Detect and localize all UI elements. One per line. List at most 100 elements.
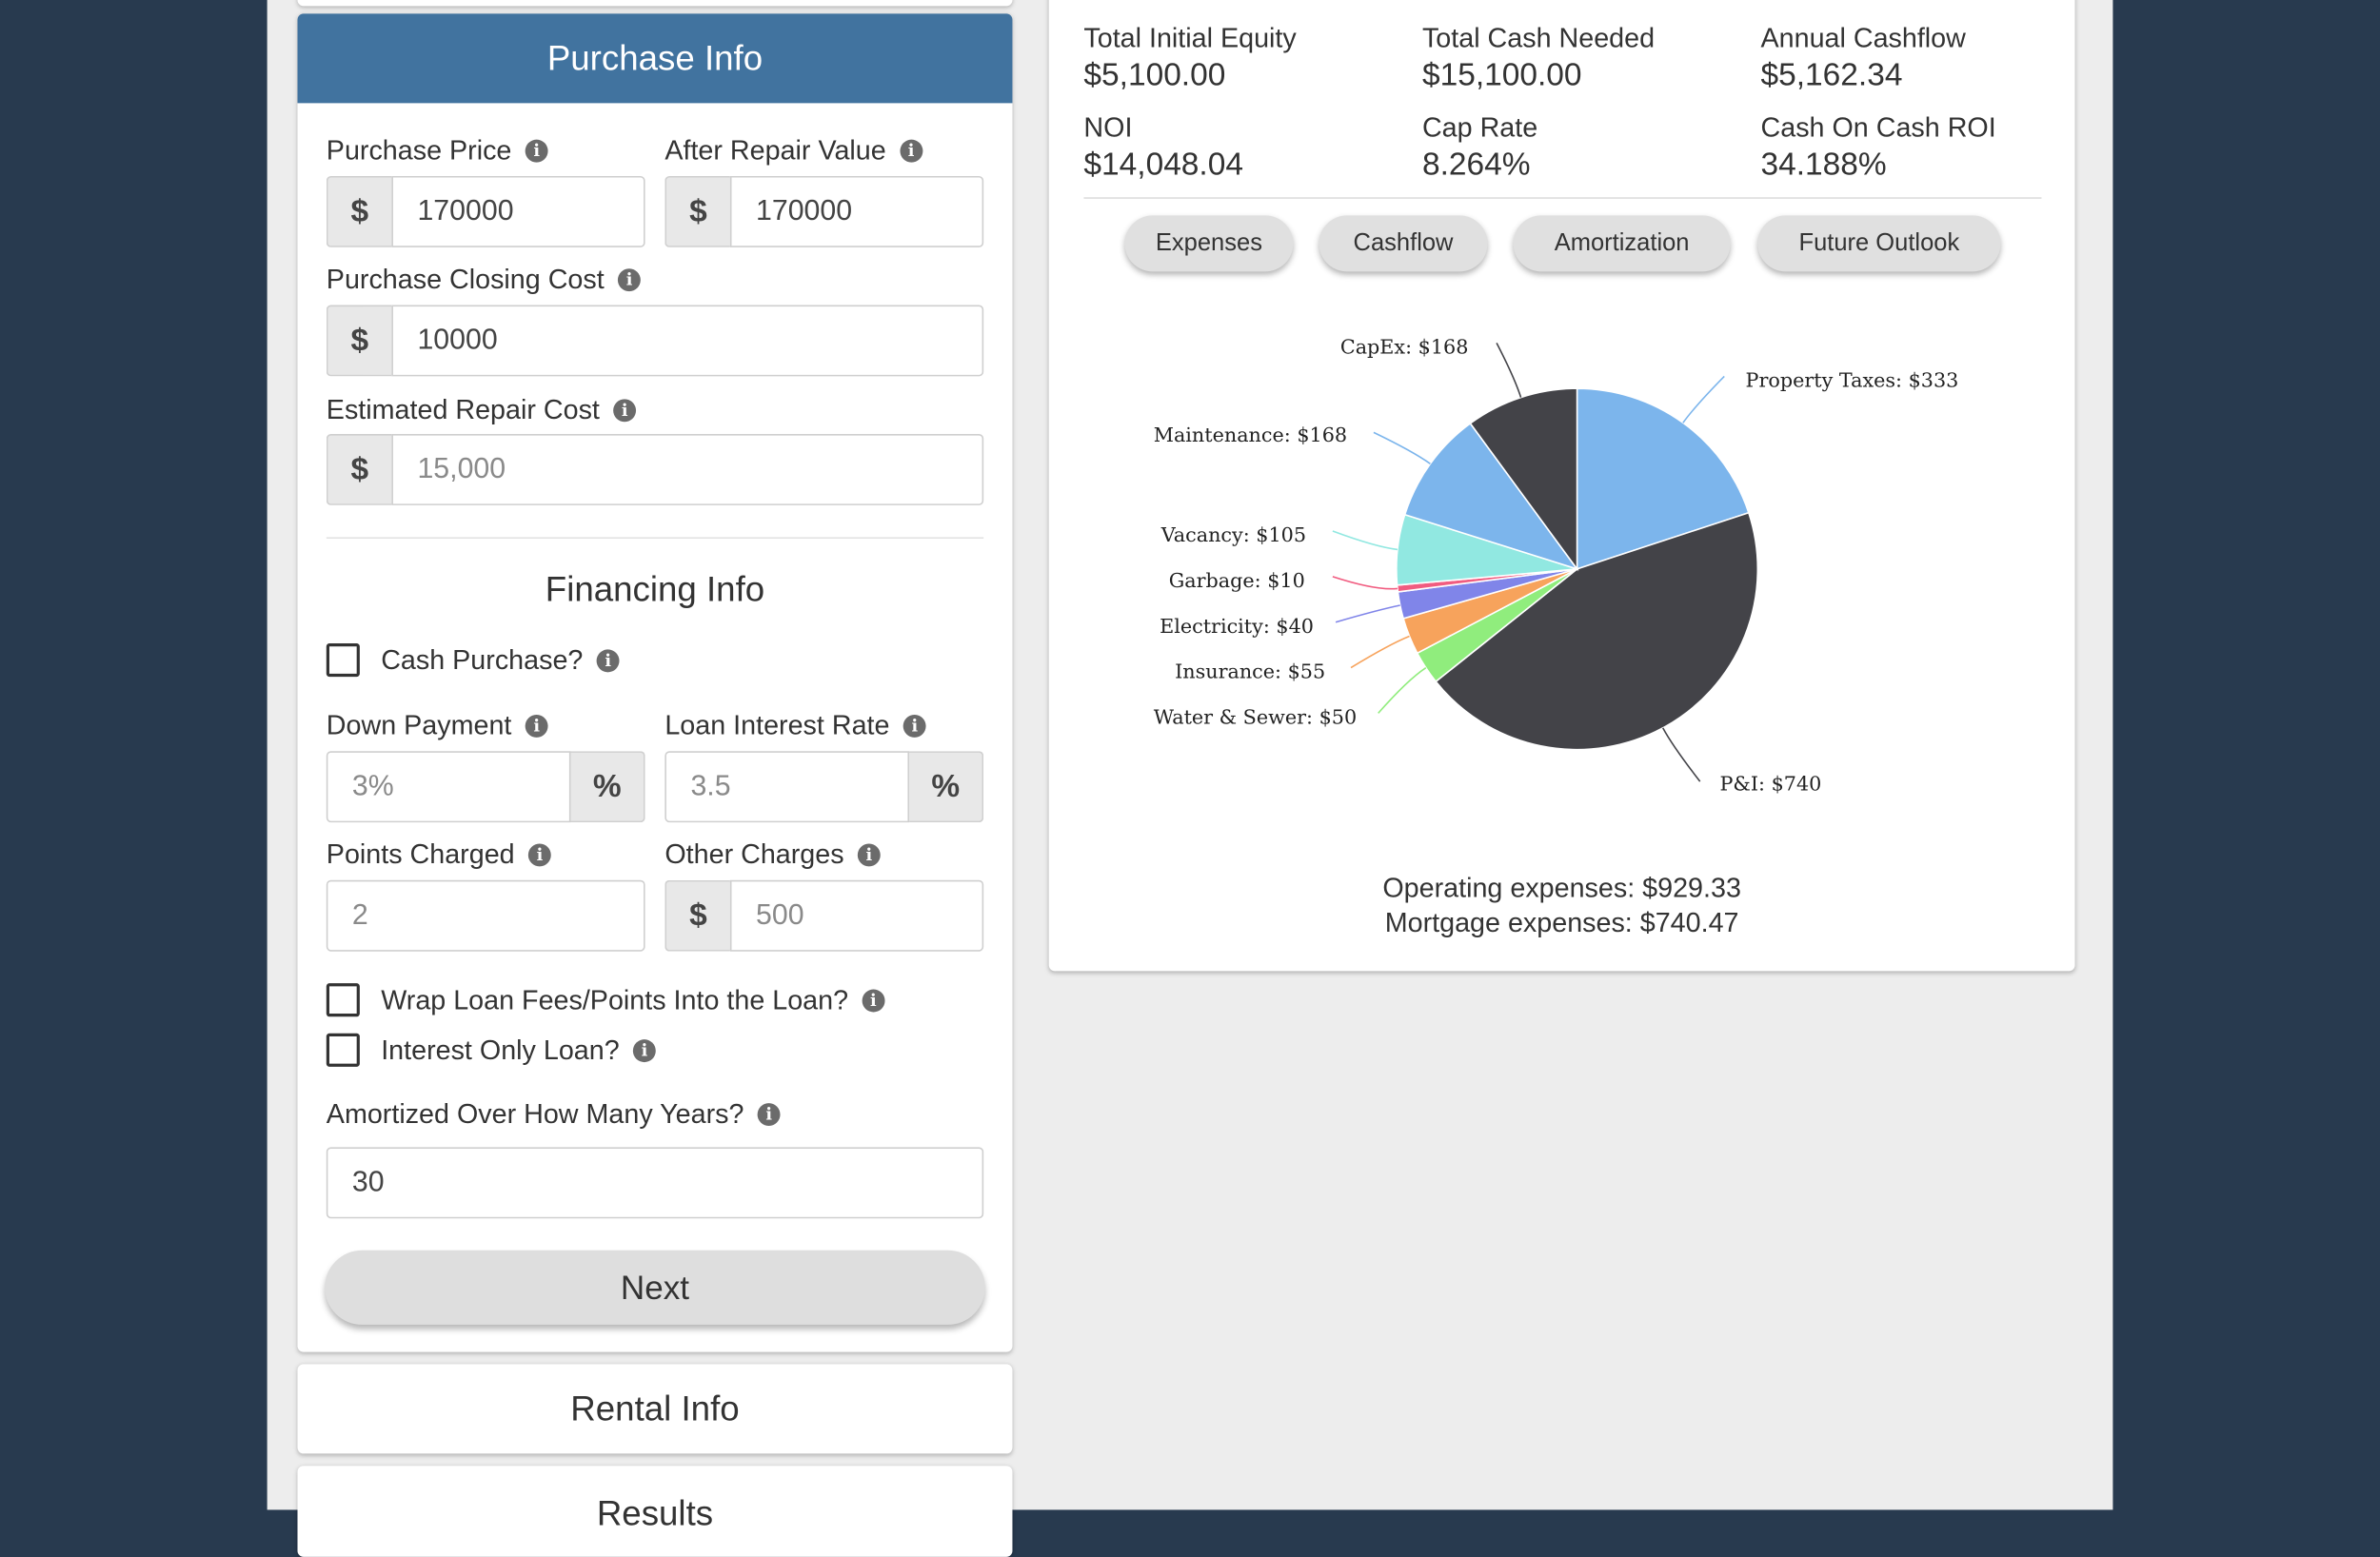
metric-noi: NOI $14,048.04 bbox=[1083, 112, 1243, 184]
pie-connector bbox=[1373, 431, 1431, 464]
expense-totals: Operating expenses: $929.33 Mortgage exp… bbox=[1049, 871, 2075, 940]
rental-info-header[interactable]: Rental Info bbox=[297, 1364, 1013, 1454]
other-charges-field: $ bbox=[664, 879, 984, 952]
pie-data-label: Electricity: $40 bbox=[1160, 615, 1314, 638]
pie-connector bbox=[1335, 604, 1400, 623]
info-icon[interactable]: i bbox=[633, 1038, 656, 1062]
pie-connector bbox=[1496, 342, 1522, 398]
info-icon[interactable]: i bbox=[857, 843, 881, 867]
points-charged-input[interactable] bbox=[326, 879, 645, 952]
next-button[interactable]: Next bbox=[325, 1250, 985, 1325]
interest-rate-input[interactable] bbox=[664, 751, 910, 823]
repair-cost-field: $ bbox=[326, 433, 984, 505]
metric-value: $5,100.00 bbox=[1083, 57, 1226, 93]
metric-label: Cap Rate bbox=[1421, 111, 1538, 143]
purchase-price-label-text: Purchase Price bbox=[326, 134, 512, 166]
purchase-price-field: $ bbox=[326, 175, 645, 247]
interest-rate-label: Loan Interest Rate i bbox=[664, 710, 926, 741]
info-icon[interactable]: i bbox=[902, 714, 926, 738]
closing-cost-input[interactable] bbox=[391, 305, 984, 377]
info-icon[interactable]: i bbox=[757, 1103, 781, 1127]
pie-connector bbox=[1378, 667, 1427, 714]
info-icon[interactable]: i bbox=[596, 648, 620, 672]
info-icon[interactable]: i bbox=[613, 399, 637, 423]
closing-cost-label-text: Purchase Closing Cost bbox=[326, 264, 605, 295]
results-header[interactable]: Results bbox=[297, 1466, 1013, 1557]
pie-connector bbox=[1332, 576, 1398, 590]
info-icon[interactable]: i bbox=[618, 268, 641, 292]
tab-expenses[interactable]: Expenses bbox=[1124, 215, 1294, 272]
wrap-loan-checkbox[interactable] bbox=[326, 983, 360, 1017]
mortgage-expenses-total: Mortgage expenses: $740.47 bbox=[1384, 907, 1739, 938]
dollar-prefix: $ bbox=[664, 175, 730, 247]
pie-data-label: Vacancy: $105 bbox=[1160, 523, 1306, 546]
cash-purchase-checkbox[interactable] bbox=[326, 643, 360, 678]
metric-cap-rate: Cap Rate 8.264% bbox=[1422, 112, 1537, 184]
other-charges-input[interactable] bbox=[729, 879, 984, 952]
metric-value: $14,048.04 bbox=[1083, 147, 1243, 183]
wrap-loan-label: Wrap Loan Fees/Points Into the Loan? bbox=[381, 983, 849, 1015]
metric-label: Annual Cashflow bbox=[1760, 22, 1966, 53]
pie-data-label: Property Taxes: $333 bbox=[1746, 369, 1959, 392]
cash-purchase-row: Cash Purchase? i bbox=[326, 643, 620, 678]
interest-only-label: Interest Only Loan? bbox=[381, 1034, 620, 1065]
dollar-prefix: $ bbox=[326, 305, 392, 377]
pie-connector bbox=[1662, 727, 1701, 782]
purchase-price-input[interactable] bbox=[391, 175, 645, 247]
points-charged-field bbox=[326, 879, 645, 952]
info-icon[interactable]: i bbox=[525, 139, 548, 163]
after-repair-value-field: $ bbox=[664, 175, 984, 247]
other-charges-label: Other Charges i bbox=[664, 839, 881, 871]
tab-future-outlook[interactable]: Future Outlook bbox=[1757, 215, 2001, 272]
after-repair-value-input[interactable] bbox=[729, 175, 984, 247]
interest-only-row: Interest Only Loan? i bbox=[326, 1033, 656, 1067]
info-icon[interactable]: i bbox=[900, 139, 922, 163]
pie-connector bbox=[1350, 635, 1410, 669]
amortized-years-input[interactable] bbox=[326, 1147, 984, 1219]
metric-label: Total Cash Needed bbox=[1421, 22, 1656, 53]
other-charges-label-text: Other Charges bbox=[664, 838, 844, 870]
closing-cost-field: $ bbox=[326, 305, 984, 377]
after-repair-value-label-text: After Repair Value bbox=[664, 134, 886, 166]
cash-purchase-label: Cash Purchase? bbox=[381, 643, 584, 675]
interest-only-checkbox[interactable] bbox=[326, 1033, 360, 1067]
repair-cost-input[interactable] bbox=[391, 433, 984, 505]
amortized-years-label-text: Amortized Over How Many Years? bbox=[326, 1098, 744, 1130]
down-payment-input[interactable] bbox=[326, 751, 571, 823]
points-charged-label-text: Points Charged bbox=[326, 838, 515, 870]
tab-cashflow[interactable]: Cashflow bbox=[1319, 215, 1488, 272]
repair-cost-label: Estimated Repair Cost i bbox=[326, 394, 637, 426]
pie-connector bbox=[1332, 530, 1398, 551]
expenses-pie-chart: Property Taxes: $333 P&I: $740 Water & Sew… bbox=[1154, 335, 1959, 795]
interest-rate-label-text: Loan Interest Rate bbox=[664, 710, 890, 741]
pie-data-label: Garbage: $10 bbox=[1169, 569, 1305, 592]
info-icon[interactable]: i bbox=[525, 714, 548, 738]
wrap-loan-row: Wrap Loan Fees/Points Into the Loan? i bbox=[326, 983, 885, 1017]
pie-data-label: Water & Sewer: $50 bbox=[1154, 706, 1357, 729]
after-repair-value-label: After Repair Value i bbox=[664, 135, 922, 167]
metric-label: Cash On Cash ROI bbox=[1760, 111, 1996, 143]
down-payment-label: Down Payment i bbox=[327, 710, 548, 741]
info-icon[interactable]: i bbox=[862, 988, 885, 1012]
previous-section-card bbox=[297, 0, 1013, 7]
metric-label: Total Initial Equity bbox=[1083, 22, 1297, 53]
dollar-prefix: $ bbox=[326, 175, 392, 247]
purchase-info-header[interactable]: Purchase Info bbox=[297, 13, 1013, 104]
amortized-years-label: Amortized Over How Many Years? i bbox=[327, 1098, 781, 1130]
purchase-price-label: Purchase Price i bbox=[327, 135, 548, 167]
pie-data-label: Insurance: $55 bbox=[1175, 660, 1325, 683]
dollar-prefix: $ bbox=[664, 879, 730, 952]
repair-cost-label-text: Estimated Repair Cost bbox=[326, 394, 600, 425]
down-payment-label-text: Down Payment bbox=[326, 710, 512, 741]
financing-info-title: Financing Info bbox=[545, 568, 765, 609]
metric-value: 8.264% bbox=[1421, 147, 1531, 183]
percent-suffix: % bbox=[570, 751, 645, 823]
closing-cost-label: Purchase Closing Cost i bbox=[327, 264, 641, 295]
tab-amortization[interactable]: Amortization bbox=[1513, 215, 1731, 272]
operating-expenses-total: Operating expenses: $929.33 bbox=[1382, 872, 1741, 903]
info-icon[interactable]: i bbox=[527, 843, 551, 867]
metric-annual-cashflow: Annual Cashflow $5,162.34 bbox=[1761, 23, 1966, 94]
pie-data-label: Maintenance: $168 bbox=[1154, 424, 1347, 446]
section-divider bbox=[326, 537, 984, 540]
points-charged-label: Points Charged i bbox=[327, 839, 551, 871]
